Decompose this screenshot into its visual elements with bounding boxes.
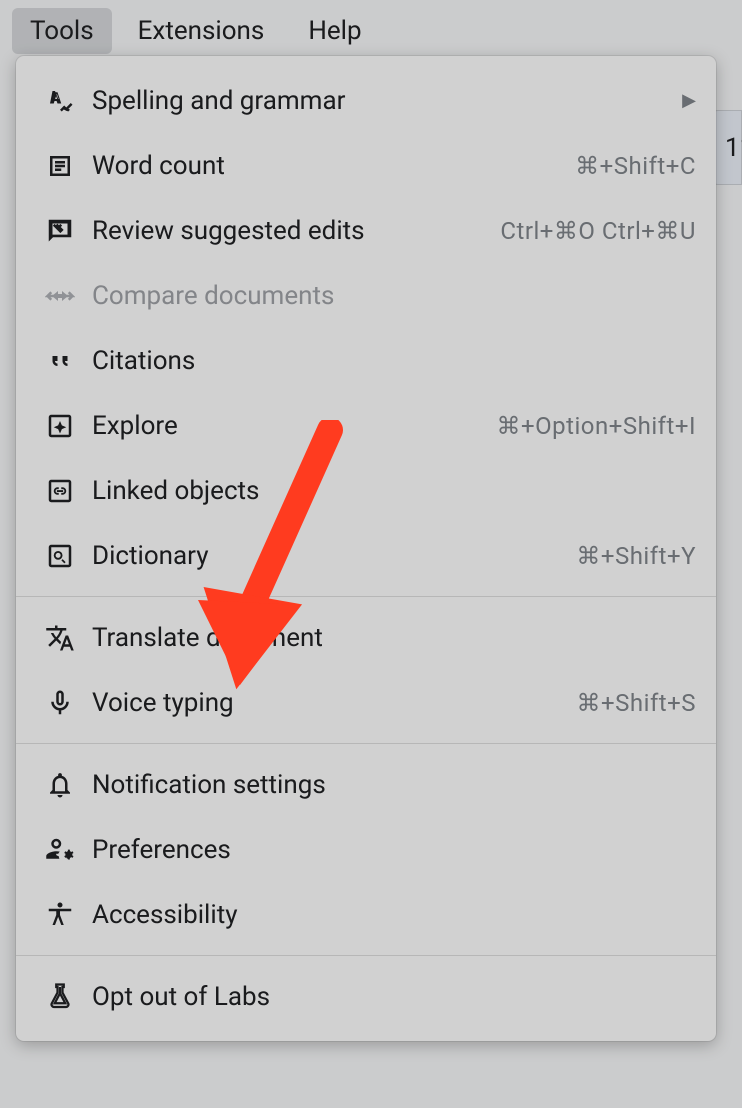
menu-spelling-grammar[interactable]: Spelling and grammar ▶	[16, 68, 716, 133]
citations-icon	[34, 346, 86, 376]
menu-translate[interactable]: Translate document	[16, 605, 716, 670]
menu-divider	[16, 596, 716, 597]
menu-review-edits[interactable]: Review suggested edits Ctrl+⌘O Ctrl+⌘U	[16, 198, 716, 263]
menu-divider	[16, 743, 716, 744]
menu-voice-typing[interactable]: Voice typing ⌘+Shift+S	[16, 670, 716, 735]
labs-icon	[34, 982, 86, 1012]
submenu-chevron-icon: ▶	[682, 90, 696, 111]
word-count-icon	[34, 151, 86, 181]
menu-opt-out-labs[interactable]: Opt out of Labs	[16, 964, 716, 1029]
menubar-help[interactable]: Help	[290, 8, 379, 54]
menu-shortcut: ⌘+Shift+C	[575, 152, 696, 180]
menubar-extensions[interactable]: Extensions	[120, 8, 283, 54]
menu-compare-documents: Compare documents	[16, 263, 716, 328]
menu-label: Citations	[86, 346, 696, 376]
menu-label: Voice typing	[86, 688, 577, 718]
review-icon	[34, 216, 86, 246]
menu-divider	[16, 955, 716, 956]
menu-dictionary[interactable]: Dictionary ⌘+Shift+Y	[16, 523, 716, 588]
accessibility-icon	[34, 900, 86, 930]
tools-dropdown: Spelling and grammar ▶ Word count ⌘+Shif…	[16, 56, 716, 1041]
menu-shortcut: Ctrl+⌘O Ctrl+⌘U	[500, 217, 696, 245]
menu-shortcut: ⌘+Shift+Y	[576, 542, 696, 570]
menu-shortcut: ⌘+Option+Shift+I	[497, 412, 697, 440]
menu-citations[interactable]: Citations	[16, 328, 716, 393]
menu-label: Compare documents	[86, 281, 696, 311]
menu-label: Dictionary	[86, 541, 576, 571]
menu-notification-settings[interactable]: Notification settings	[16, 752, 716, 817]
menu-explore[interactable]: Explore ⌘+Option+Shift+I	[16, 393, 716, 458]
menubar: Tools Extensions Help	[0, 0, 742, 62]
menu-shortcut: ⌘+Shift+S	[577, 689, 696, 717]
menu-label: Notification settings	[86, 770, 696, 800]
menu-accessibility[interactable]: Accessibility	[16, 882, 716, 947]
menu-label: Review suggested edits	[86, 216, 500, 246]
compare-icon	[34, 281, 86, 311]
microphone-icon	[34, 688, 86, 718]
bell-icon	[34, 770, 86, 800]
menu-label: Word count	[86, 151, 575, 181]
menu-preferences[interactable]: Preferences	[16, 817, 716, 882]
translate-icon	[34, 623, 86, 653]
menu-label: Explore	[86, 411, 497, 441]
menubar-tools[interactable]: Tools	[12, 8, 112, 54]
menu-label: Accessibility	[86, 900, 696, 930]
menu-linked-objects[interactable]: Linked objects	[16, 458, 716, 523]
menu-label: Opt out of Labs	[86, 982, 696, 1012]
font-size-value: 11	[725, 133, 742, 163]
spelling-icon	[34, 86, 86, 116]
preferences-icon	[34, 835, 86, 865]
menu-label: Linked objects	[86, 476, 696, 506]
menu-label: Translate document	[86, 623, 696, 653]
menu-word-count[interactable]: Word count ⌘+Shift+C	[16, 133, 716, 198]
dictionary-icon	[34, 541, 86, 571]
explore-icon	[34, 411, 86, 441]
menu-label: Preferences	[86, 835, 696, 865]
menu-label: Spelling and grammar	[86, 86, 674, 116]
linked-icon	[34, 476, 86, 506]
